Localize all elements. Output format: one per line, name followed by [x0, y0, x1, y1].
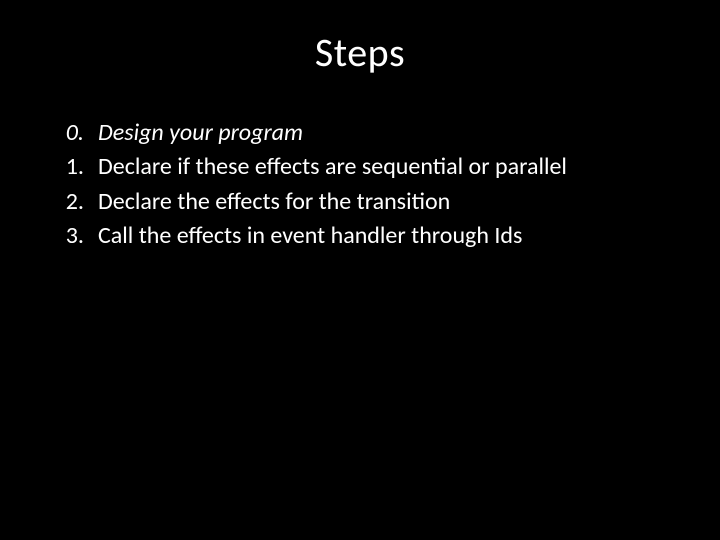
slide: Steps 0. Design your program 1. Declare …	[0, 0, 720, 540]
list-item: 1. Declare if these effects are sequenti…	[50, 151, 670, 183]
list-content: Call the effects in event handler throug…	[98, 220, 670, 252]
list-item: 3. Call the effects in event handler thr…	[50, 220, 670, 252]
list-content: Declare the effects for the transition	[98, 186, 670, 218]
list-item: 2. Declare the effects for the transitio…	[50, 186, 670, 218]
list-marker: 2.	[50, 186, 98, 218]
list-content: Design your program	[98, 117, 670, 149]
slide-title: Steps	[50, 28, 670, 77]
list-marker: 1.	[50, 151, 98, 183]
list-marker: 3.	[50, 220, 98, 252]
list-marker: 0.	[50, 117, 98, 149]
steps-list: 0. Design your program 1. Declare if the…	[50, 117, 670, 253]
list-content: Declare if these effects are sequential …	[98, 151, 670, 183]
list-item: 0. Design your program	[50, 117, 670, 149]
